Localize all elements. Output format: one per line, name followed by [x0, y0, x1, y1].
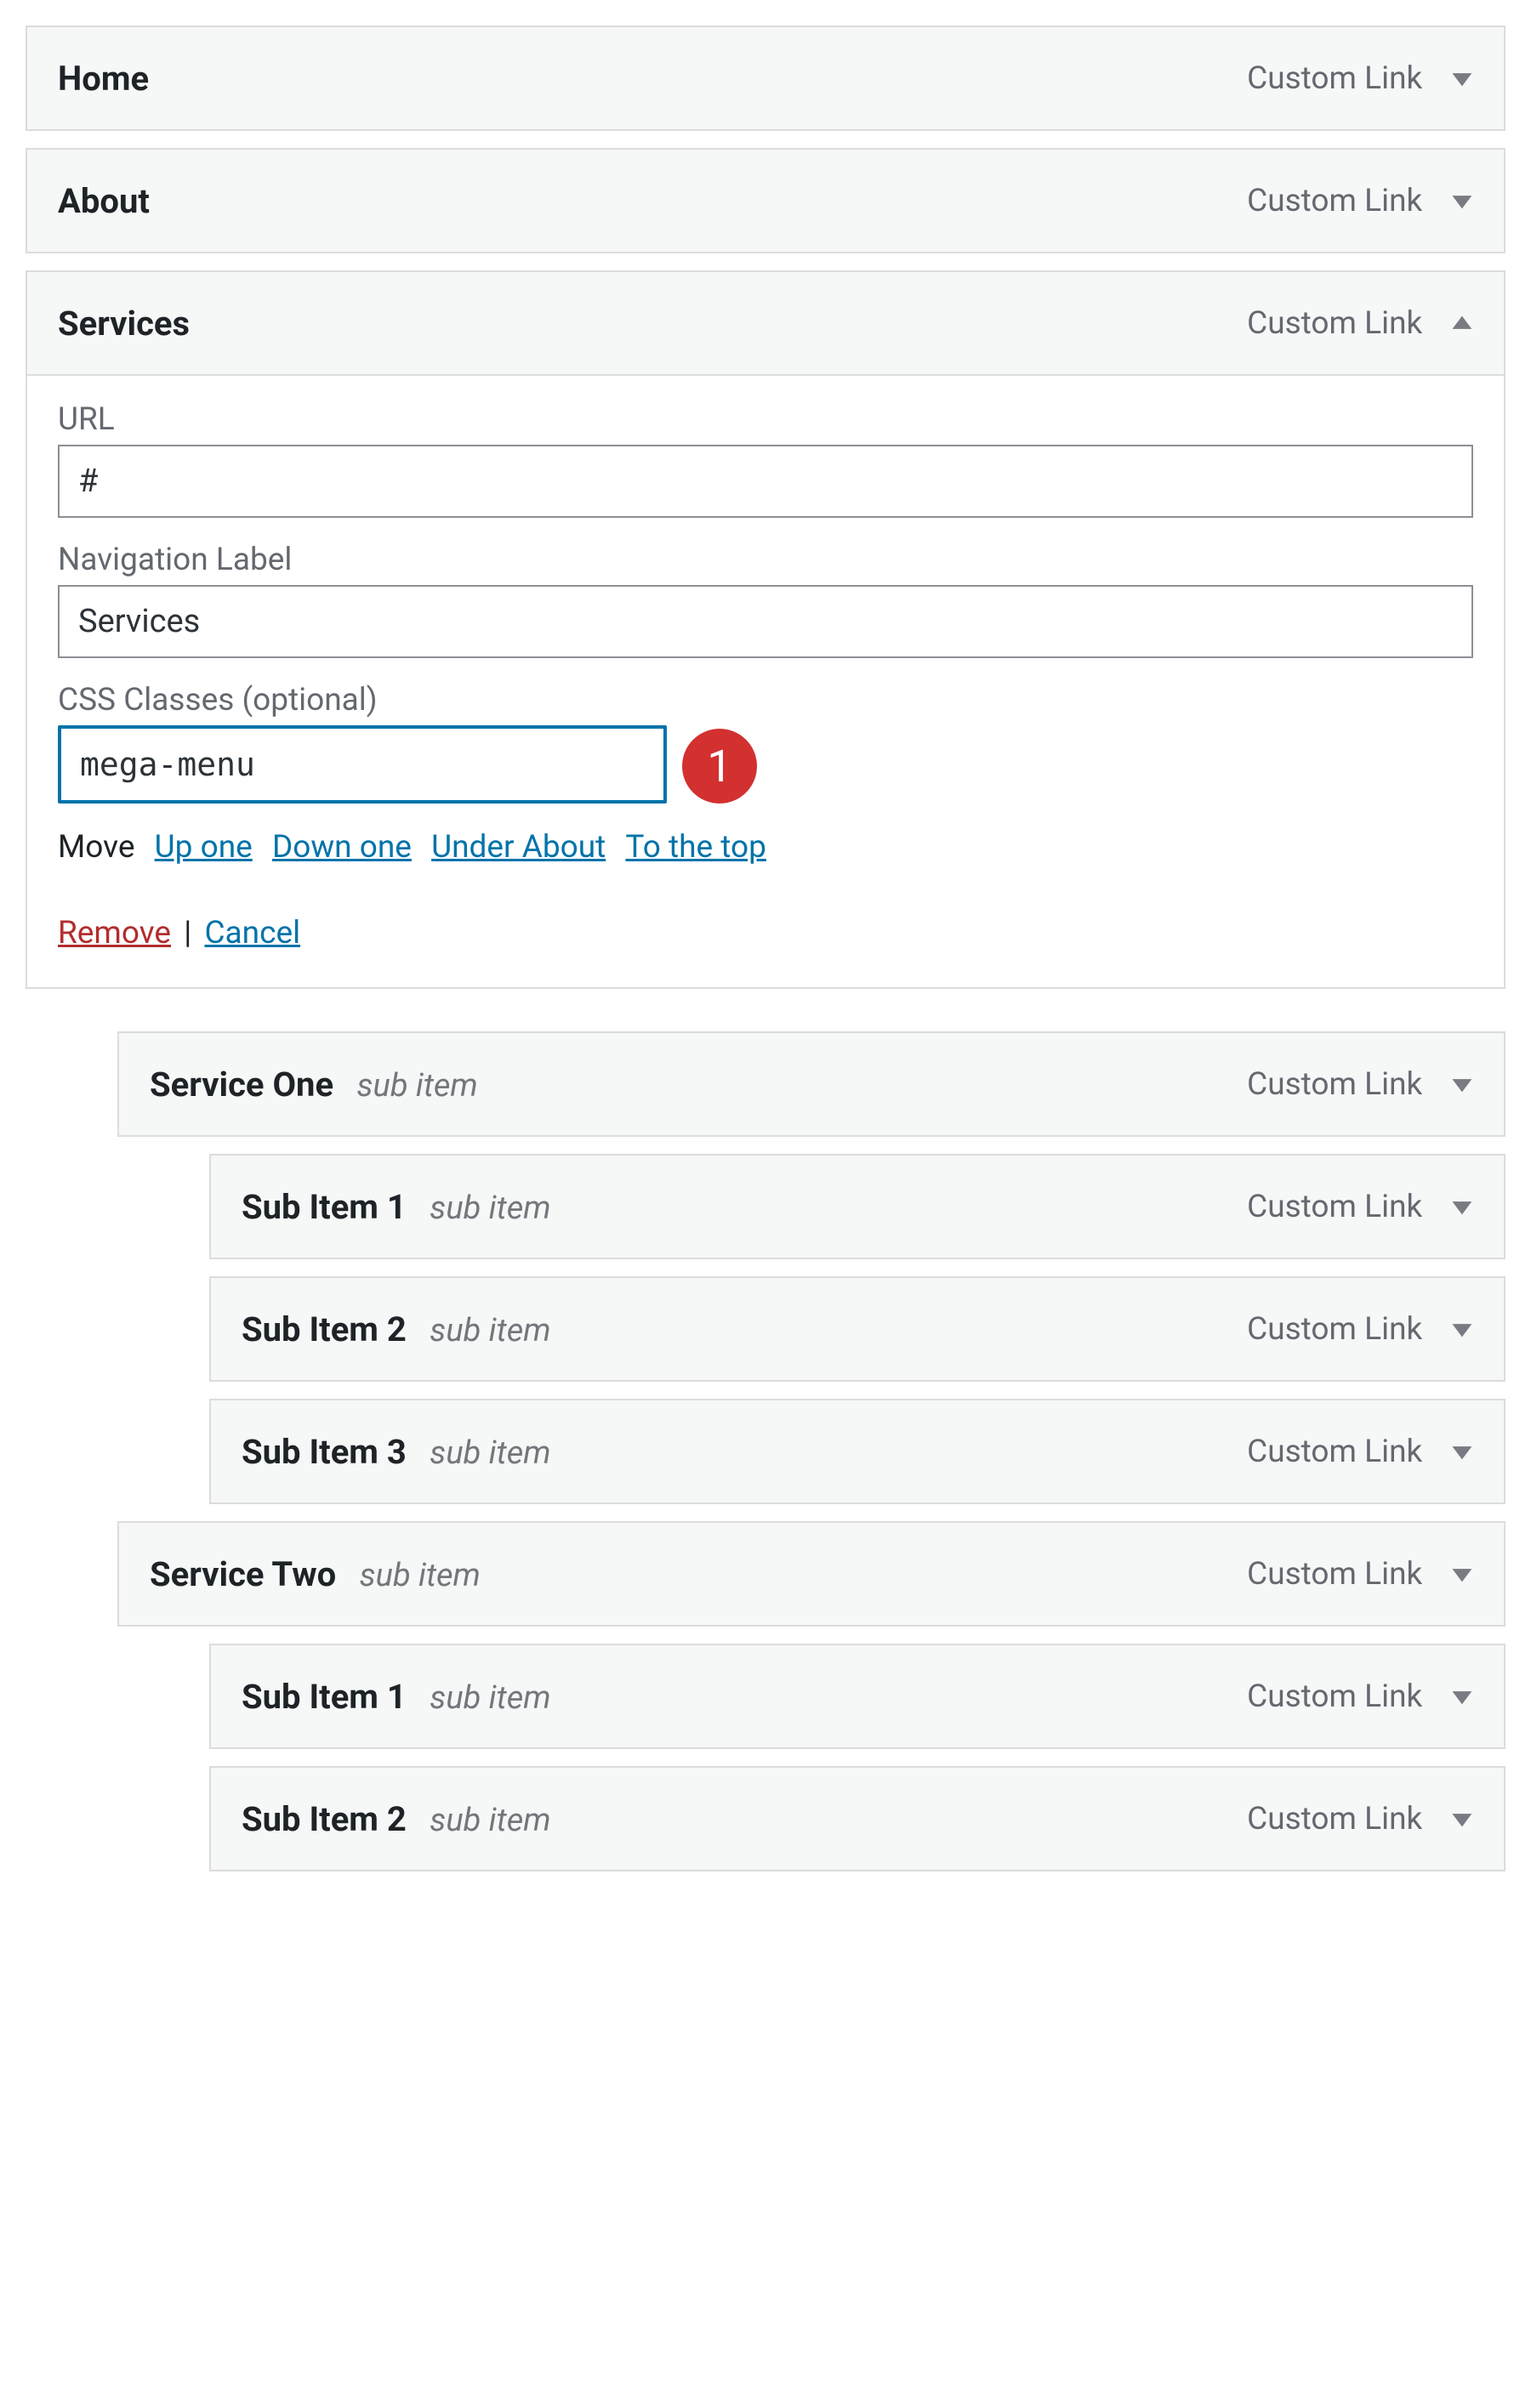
menu-item-title: Sub Item 2	[242, 1799, 407, 1839]
navigation-label-input[interactable]	[58, 585, 1473, 658]
menu-item-settings: URL Navigation Label CSS Classes (option…	[27, 374, 1504, 987]
menu-item-type-label: Custom Link	[1247, 183, 1422, 219]
menu-item-bar[interactable]: Sub Item 2 sub item Custom Link ▼	[211, 1768, 1504, 1870]
move-down-link[interactable]: Down one	[272, 829, 412, 866]
menu-item-title: Sub Item 2	[242, 1309, 407, 1349]
annotation-badge: 1	[677, 724, 762, 809]
move-top-link[interactable]: To the top	[625, 829, 766, 866]
menu-item-type-label: Custom Link	[1247, 1434, 1422, 1470]
menu-item-services: Services Custom Link ▼ URL Navigation La…	[26, 270, 1505, 989]
menu-item-type-label: Custom Link	[1247, 1678, 1422, 1715]
url-input[interactable]	[58, 445, 1473, 518]
menu-item-home[interactable]: Home Custom Link ▼	[26, 26, 1505, 131]
css-classes-input[interactable]	[58, 725, 667, 804]
chevron-down-icon[interactable]: ▼	[1446, 1561, 1479, 1587]
menu-item-bar[interactable]: About Custom Link ▼	[27, 150, 1504, 252]
menu-item-type-label: Custom Link	[1247, 1189, 1422, 1225]
sub-item-note: sub item	[430, 1312, 550, 1349]
sub-item-note: sub item	[430, 1679, 550, 1717]
menu-item-sub-item-2a[interactable]: Sub Item 1 sub item Custom Link ▼	[209, 1644, 1505, 1749]
nav-label: Navigation Label	[58, 542, 1473, 578]
menu-item-sub-item-1b[interactable]: Sub Item 2 sub item Custom Link ▼	[209, 1276, 1505, 1382]
menu-item-sub-item-1c[interactable]: Sub Item 3 sub item Custom Link ▼	[209, 1399, 1505, 1504]
menu-item-bar[interactable]: Home Custom Link ▼	[27, 27, 1504, 129]
menu-item-type-label: Custom Link	[1247, 1556, 1422, 1593]
menu-item-sub-item-2b[interactable]: Sub Item 2 sub item Custom Link ▼	[209, 1766, 1505, 1871]
remove-link[interactable]: Remove	[58, 915, 171, 951]
menu-item-title: Sub Item 1	[242, 1187, 407, 1227]
menu-item-bar[interactable]: Service Two sub item Custom Link ▼	[119, 1523, 1504, 1625]
menu-item-type-label: Custom Link	[1247, 1801, 1422, 1837]
menu-item-service-two[interactable]: Service Two sub item Custom Link ▼	[117, 1521, 1505, 1627]
divider: |	[184, 915, 191, 951]
menu-item-title: Services	[58, 304, 190, 344]
chevron-up-icon[interactable]: ▼	[1446, 310, 1479, 337]
cancel-link[interactable]: Cancel	[204, 915, 300, 951]
menu-item-type-label: Custom Link	[1247, 60, 1422, 97]
menu-item-type-label: Custom Link	[1247, 1311, 1422, 1348]
move-under-link[interactable]: Under About	[431, 829, 606, 866]
menu-item-title: Service Two	[150, 1554, 336, 1594]
chevron-down-icon[interactable]: ▼	[1446, 1194, 1479, 1220]
chevron-down-icon[interactable]: ▼	[1446, 1071, 1479, 1098]
sub-item-note: sub item	[430, 1190, 550, 1227]
menu-item-about[interactable]: About Custom Link ▼	[26, 148, 1505, 253]
menu-item-bar[interactable]: Sub Item 3 sub item Custom Link ▼	[211, 1400, 1504, 1502]
menu-item-bar[interactable]: Service One sub item Custom Link ▼	[119, 1033, 1504, 1135]
chevron-down-icon[interactable]: ▼	[1446, 1439, 1479, 1465]
css-classes-label: CSS Classes (optional)	[58, 682, 1473, 718]
sub-item-note: sub item	[357, 1067, 478, 1105]
sub-item-note: sub item	[430, 1434, 550, 1472]
chevron-down-icon[interactable]: ▼	[1446, 1684, 1479, 1710]
menu-item-bar[interactable]: Sub Item 1 sub item Custom Link ▼	[211, 1156, 1504, 1258]
move-label: Move	[58, 829, 134, 866]
menu-item-sub-item-1a[interactable]: Sub Item 1 sub item Custom Link ▼	[209, 1154, 1505, 1259]
url-label: URL	[58, 401, 1473, 438]
chevron-down-icon[interactable]: ▼	[1446, 1316, 1479, 1343]
move-row: Move Up one Down one Under About To the …	[58, 829, 1473, 866]
chevron-down-icon[interactable]: ▼	[1446, 188, 1479, 214]
menu-item-type-label: Custom Link	[1247, 305, 1422, 342]
menu-item-bar[interactable]: Services Custom Link ▼	[27, 272, 1504, 374]
menu-item-service-one[interactable]: Service One sub item Custom Link ▼	[117, 1031, 1505, 1137]
menu-item-bar[interactable]: Sub Item 2 sub item Custom Link ▼	[211, 1278, 1504, 1380]
move-up-link[interactable]: Up one	[155, 829, 253, 866]
sub-item-note: sub item	[430, 1802, 550, 1839]
menu-item-title: Service One	[150, 1065, 333, 1105]
menu-item-type-label: Custom Link	[1247, 1066, 1422, 1103]
menu-item-title: Sub Item 1	[242, 1677, 407, 1717]
actions-row: Remove | Cancel	[58, 915, 1473, 951]
sub-item-note: sub item	[360, 1557, 481, 1594]
chevron-down-icon[interactable]: ▼	[1446, 65, 1479, 92]
menu-item-title: Sub Item 3	[242, 1432, 407, 1472]
chevron-down-icon[interactable]: ▼	[1446, 1806, 1479, 1832]
menu-item-title: About	[58, 181, 150, 221]
menu-item-bar[interactable]: Sub Item 1 sub item Custom Link ▼	[211, 1645, 1504, 1747]
menu-item-title: Home	[58, 59, 149, 99]
